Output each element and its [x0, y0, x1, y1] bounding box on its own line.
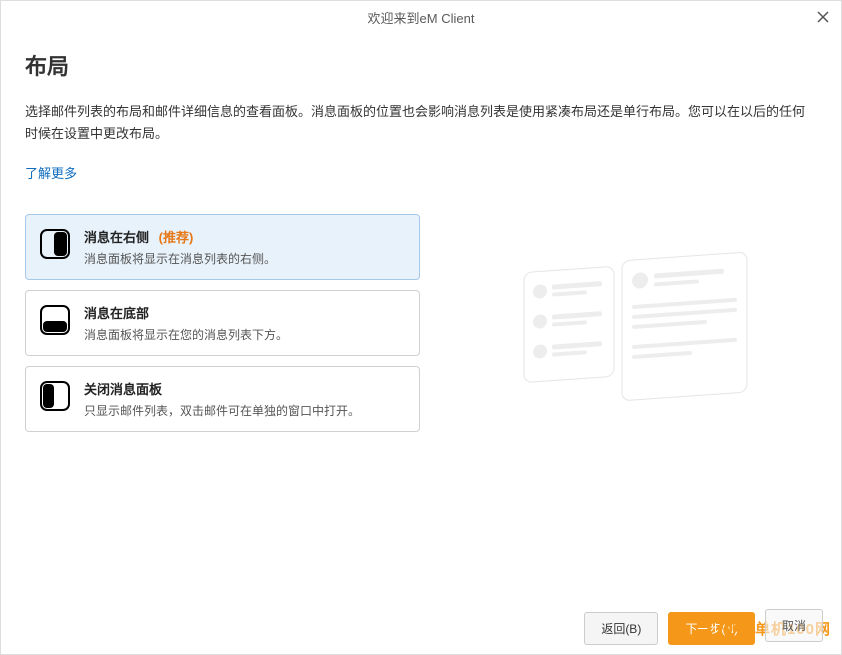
layout-bottom-icon — [40, 305, 70, 335]
layout-right-icon — [40, 229, 70, 259]
title-bar: 欢迎来到eM Client — [1, 1, 841, 33]
footer: 返回(B) 下一步(N) 取消 — [1, 602, 841, 654]
option-title: 消息在右侧 (推荐) — [84, 227, 405, 246]
option-title: 消息在底部 — [84, 303, 405, 322]
layout-options: 消息在右侧 (推荐) 消息面板将显示在消息列表的右侧。 消息在底部 — [25, 214, 420, 444]
option-text: 消息在底部 消息面板将显示在您的消息列表下方。 — [84, 303, 405, 343]
page-title: 布局 — [25, 49, 817, 81]
layout-off-icon — [40, 381, 70, 411]
window-title: 欢迎来到eM Client — [368, 8, 475, 27]
main-area: 消息在右侧 (推荐) 消息面板将显示在消息列表的右侧。 消息在底部 — [25, 214, 817, 444]
learn-more-link[interactable]: 了解更多 — [25, 163, 77, 182]
back-button[interactable]: 返回(B) — [584, 612, 658, 645]
next-button[interactable]: 下一步(N) — [668, 612, 755, 645]
option-messages-off[interactable]: 关闭消息面板 只显示邮件列表，双击邮件可在单独的窗口中打开。 — [25, 366, 420, 432]
option-messages-bottom[interactable]: 消息在底部 消息面板将显示在您的消息列表下方。 — [25, 290, 420, 356]
option-desc: 消息面板将显示在消息列表的右侧。 — [84, 250, 405, 267]
close-button[interactable] — [813, 7, 833, 27]
option-messages-right[interactable]: 消息在右侧 (推荐) 消息面板将显示在消息列表的右侧。 — [25, 214, 420, 280]
layout-illustration — [450, 214, 817, 444]
cancel-button-visible[interactable]: 取消 — [765, 609, 823, 642]
content-area: 布局 选择邮件列表的布局和邮件详细信息的查看面板。消息面板的位置也会影响消息列表… — [1, 33, 841, 444]
option-desc: 只显示邮件列表，双击邮件可在单独的窗口中打开。 — [84, 402, 405, 419]
page-description: 选择邮件列表的布局和邮件详细信息的查看面板。消息面板的位置也会影响消息列表是使用… — [25, 101, 817, 145]
close-icon — [817, 11, 829, 23]
option-text: 消息在右侧 (推荐) 消息面板将显示在消息列表的右侧。 — [84, 227, 405, 267]
option-desc: 消息面板将显示在您的消息列表下方。 — [84, 326, 405, 343]
option-title: 关闭消息面板 — [84, 379, 405, 398]
recommended-badge: (推荐) — [159, 230, 194, 245]
option-text: 关闭消息面板 只显示邮件列表，双击邮件可在单独的窗口中打开。 — [84, 379, 405, 419]
